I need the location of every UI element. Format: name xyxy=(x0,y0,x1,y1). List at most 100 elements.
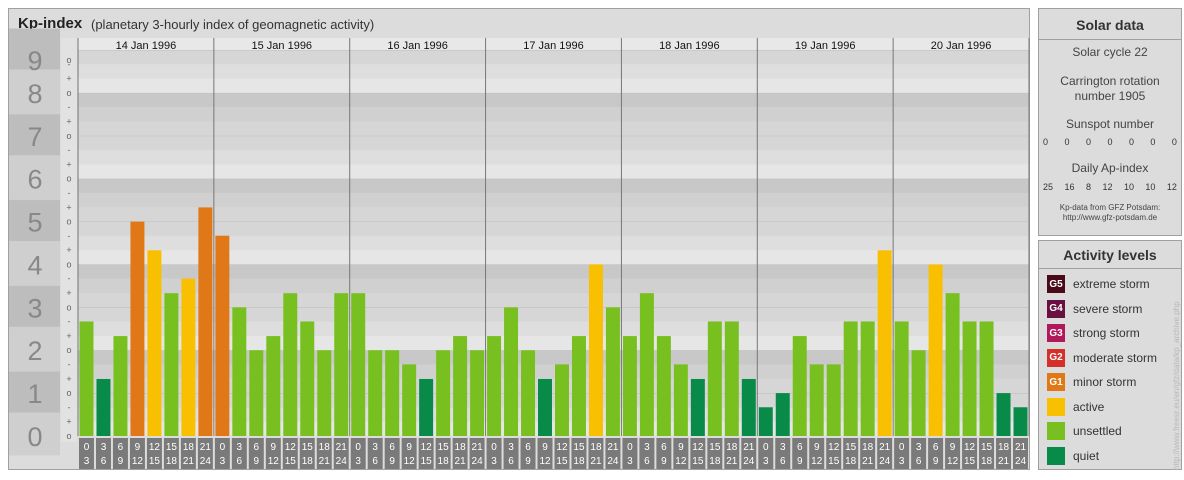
kp-bar xyxy=(334,293,349,436)
legend-swatch xyxy=(1047,397,1065,416)
minor-tick-label: o xyxy=(66,55,71,65)
ap-index-value: 8 xyxy=(1085,182,1091,192)
y-tick-label: 1 xyxy=(27,379,42,409)
sunspot-value: 0 xyxy=(1043,137,1049,147)
kp-bar xyxy=(487,336,502,436)
kp-bar xyxy=(979,321,994,436)
hour-start-label: 18 xyxy=(862,442,874,453)
grid-band xyxy=(78,121,1029,136)
day-label: 17 Jan 1996 xyxy=(523,40,584,52)
hour-end-label: 24 xyxy=(200,456,212,467)
hour-start-label: 12 xyxy=(149,442,161,453)
hour-end-label: 21 xyxy=(590,456,602,467)
hour-end-label: 3 xyxy=(627,456,633,467)
grid-band xyxy=(78,221,1029,236)
hour-end-label: 15 xyxy=(692,456,704,467)
minor-tick-label: o xyxy=(66,431,71,441)
kp-bar xyxy=(758,407,773,436)
day-label: 14 Jan 1996 xyxy=(116,40,177,52)
ap-index-value: 10 xyxy=(1123,182,1134,192)
carrington-line-1: Carrington rotation xyxy=(1060,74,1160,88)
hour-end-label: 3 xyxy=(84,456,90,467)
hour-start-label: 0 xyxy=(84,442,90,453)
kp-bar xyxy=(860,321,875,436)
kp-bar xyxy=(351,293,366,436)
solar-cycle: Solar cycle 22 xyxy=(1072,45,1148,59)
hour-start-label: 15 xyxy=(981,442,993,453)
legend-label: quiet xyxy=(1073,448,1100,463)
hour-end-label: 9 xyxy=(661,456,667,467)
minor-tick-label: o xyxy=(66,302,71,312)
ap-index-value: 12 xyxy=(1102,182,1113,192)
hour-start-label: 3 xyxy=(644,442,650,453)
kp-bar xyxy=(130,221,145,436)
legend-swatch: G5 xyxy=(1047,275,1065,293)
grid-band xyxy=(78,50,1029,65)
minor-tick-label: - xyxy=(68,145,71,155)
hour-start-label: 6 xyxy=(933,442,939,453)
y-tick-label: 6 xyxy=(27,165,42,195)
hour-start-label: 15 xyxy=(573,442,585,453)
hour-start-label: 21 xyxy=(472,442,484,453)
kp-bar xyxy=(894,321,909,436)
legend-label: extreme storm xyxy=(1073,277,1150,291)
legend-swatch: G2 xyxy=(1047,348,1065,367)
kp-bar xyxy=(147,250,162,436)
hour-end-label: 18 xyxy=(302,456,314,467)
hour-start-label: 6 xyxy=(525,442,531,453)
sunspot-value: 0 xyxy=(1171,137,1177,147)
hour-start-label: 18 xyxy=(319,442,331,453)
hour-end-label: 9 xyxy=(933,456,939,467)
kp-bar xyxy=(453,336,468,436)
kp-bar xyxy=(690,378,705,436)
grid-band xyxy=(78,107,1029,122)
legend-label: moderate storm xyxy=(1073,350,1158,365)
solar-data-title: Solar data xyxy=(1076,17,1144,33)
legend-item: active xyxy=(1047,397,1104,417)
kp-bar xyxy=(198,207,213,436)
hour-start-label: 0 xyxy=(220,442,226,453)
kp-bar xyxy=(283,293,298,436)
minor-tick-label: - xyxy=(68,102,71,112)
hour-start-label: 0 xyxy=(491,442,497,453)
hour-end-label: 24 xyxy=(879,456,891,467)
hour-start-label: 3 xyxy=(780,442,786,453)
kp-bar xyxy=(724,321,739,436)
kp-bar xyxy=(843,321,858,436)
kp-bar xyxy=(571,336,586,436)
hour-end-label: 12 xyxy=(947,456,959,467)
kp-bar xyxy=(181,278,196,436)
hour-end-label: 21 xyxy=(455,456,467,467)
kp-bar xyxy=(300,321,315,436)
hour-start-label: 0 xyxy=(355,442,361,453)
sunspot-value: 0 xyxy=(1128,137,1134,147)
y-tick-label: 3 xyxy=(27,293,42,323)
hour-end-label: 21 xyxy=(319,456,331,467)
day-label: 19 Jan 1996 xyxy=(795,40,856,52)
y-tick-label: 4 xyxy=(27,250,42,280)
legend-item: quiet xyxy=(1047,446,1099,466)
hour-start-label: 15 xyxy=(709,442,721,453)
carrington-line-2: number 1905 xyxy=(1074,89,1146,103)
ap-index-value: 16 xyxy=(1064,182,1075,192)
ap-index-value: 12 xyxy=(1166,182,1177,192)
hour-start-label: 18 xyxy=(998,442,1010,453)
minor-tick-label: + xyxy=(66,74,71,84)
source-link[interactable]: http://www.gfz-potsdam.de xyxy=(1039,213,1181,223)
kp-bar xyxy=(809,364,824,436)
hour-end-label: 3 xyxy=(220,456,226,467)
hour-start-label: 0 xyxy=(627,442,633,453)
hour-end-label: 15 xyxy=(421,456,433,467)
y-tick-label: 8 xyxy=(27,79,42,109)
kp-bar xyxy=(96,378,111,436)
hour-start-label: 18 xyxy=(455,442,467,453)
kp-bar xyxy=(622,336,637,436)
kp-bar xyxy=(673,364,688,436)
hour-end-label: 9 xyxy=(254,456,260,467)
grid-band xyxy=(78,92,1029,108)
hour-end-label: 9 xyxy=(118,456,124,467)
hour-end-label: 12 xyxy=(132,456,144,467)
hour-end-label: 6 xyxy=(644,456,650,467)
minor-tick-label: - xyxy=(68,188,71,198)
hour-start-label: 21 xyxy=(607,442,619,453)
